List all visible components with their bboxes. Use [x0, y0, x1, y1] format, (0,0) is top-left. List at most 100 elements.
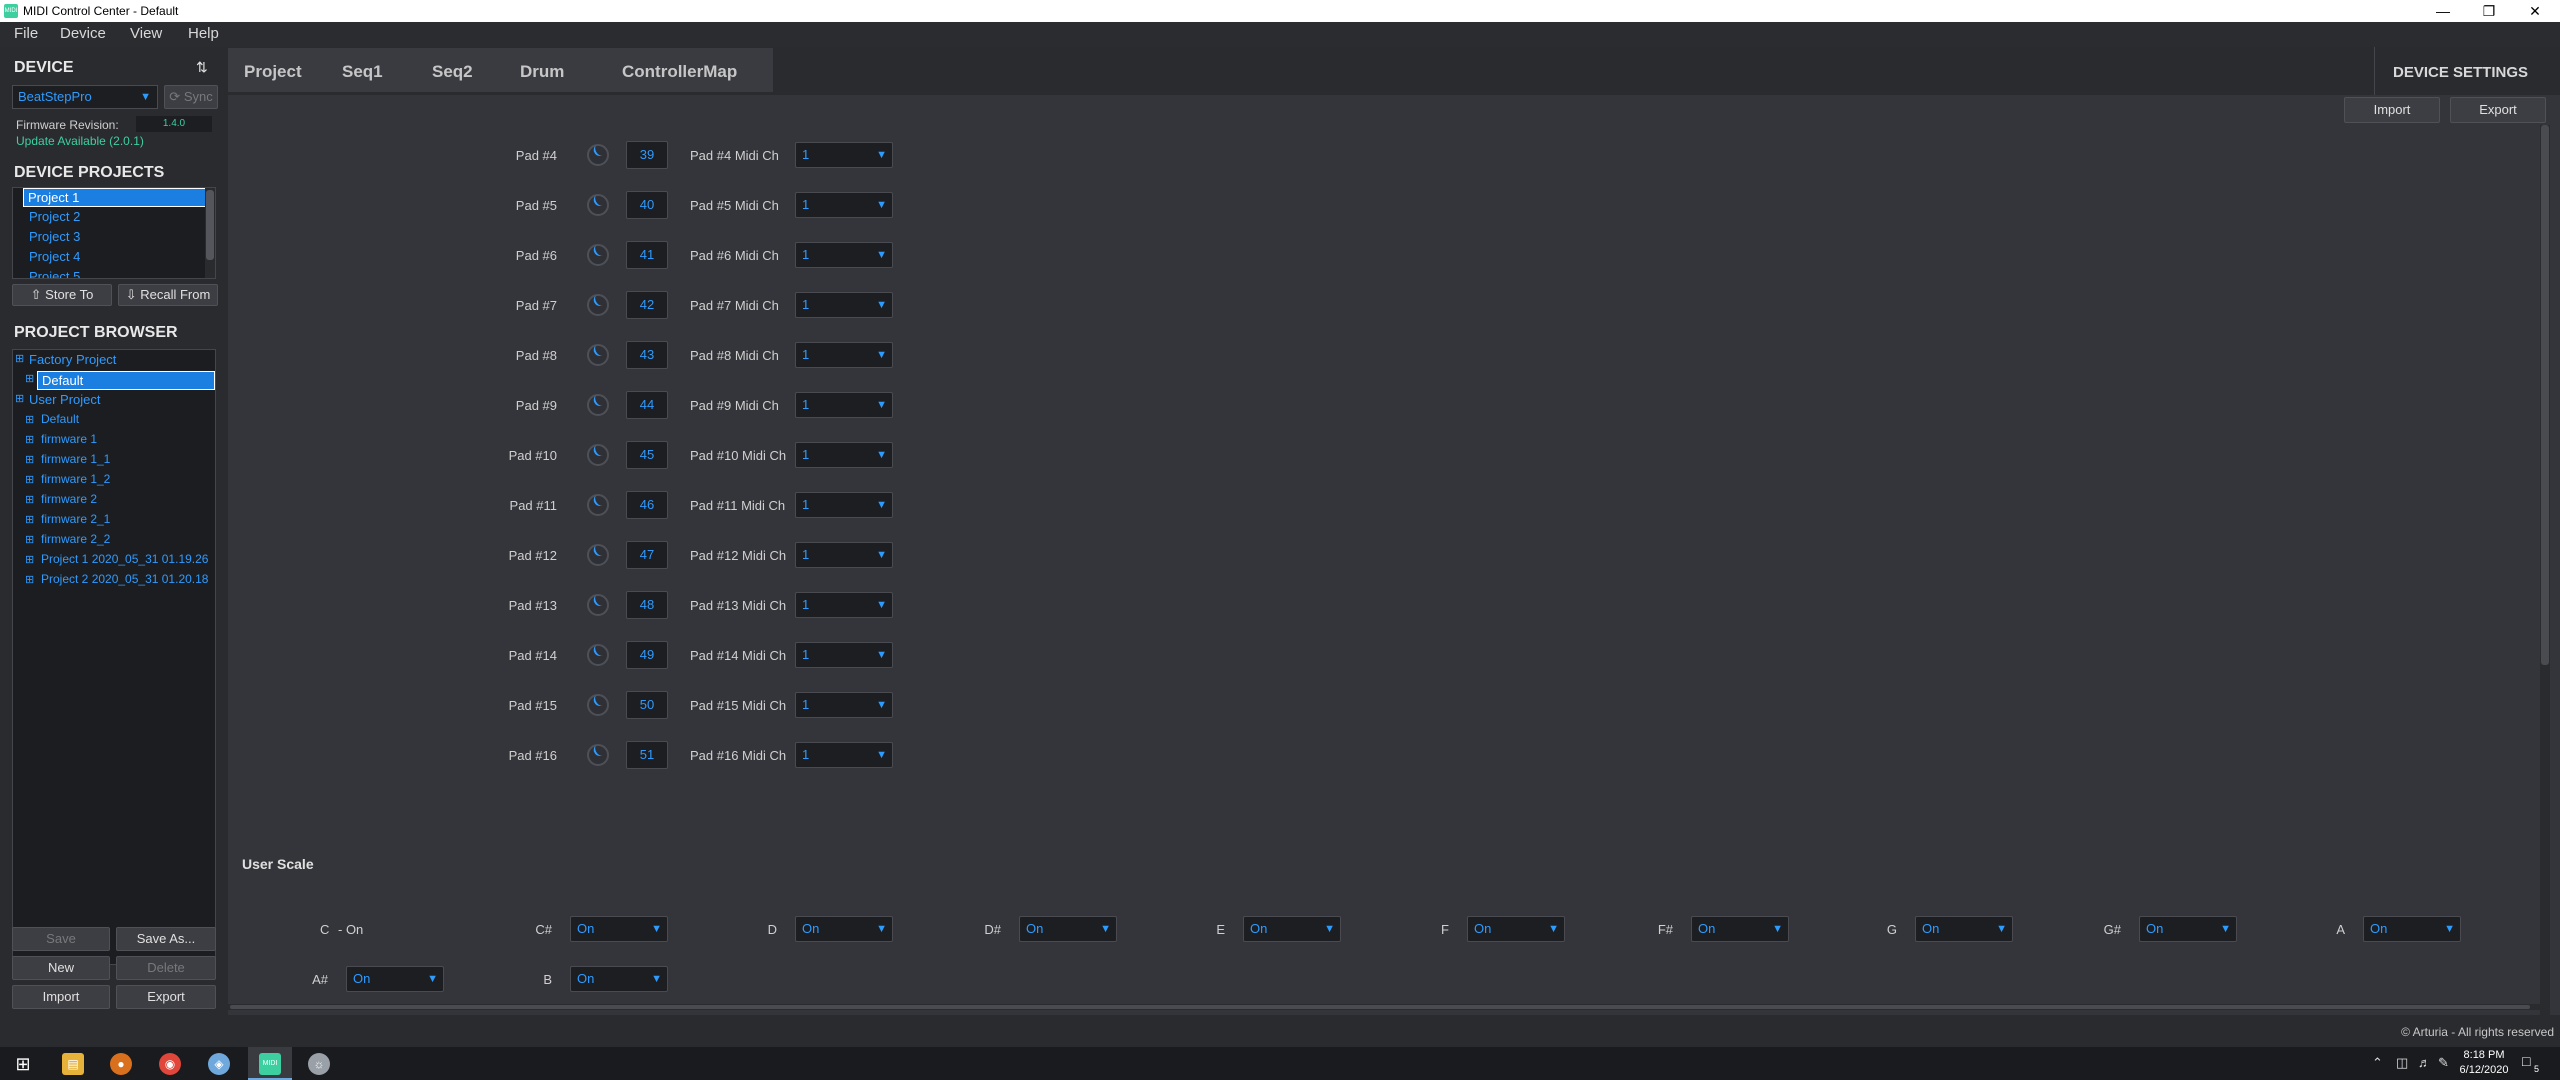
- close-button[interactable]: ✕: [2512, 0, 2558, 22]
- store-to-button[interactable]: ⇧ Store To: [12, 284, 112, 306]
- tree-item-user[interactable]: firmware 1_1: [41, 452, 110, 466]
- tree-item-user[interactable]: firmware 1_2: [41, 472, 110, 486]
- pad-midi-ch-select[interactable]: 1 ▼: [795, 392, 893, 418]
- clock-date[interactable]: 6/12/2020: [2448, 1064, 2520, 1076]
- tab-seq1[interactable]: Seq1: [334, 55, 391, 89]
- expand-icon[interactable]: ⊞: [25, 372, 34, 385]
- note-select[interactable]: On ▼: [1467, 916, 1565, 942]
- pad-note-value[interactable]: 46: [626, 491, 668, 519]
- sort-icon[interactable]: ⇅: [196, 59, 208, 76]
- pad-note-value[interactable]: 42: [626, 291, 668, 319]
- tree-item-user[interactable]: firmware 2: [41, 492, 97, 506]
- expand-icon[interactable]: ⊞: [25, 453, 34, 466]
- paint-icon[interactable]: ◈: [208, 1053, 230, 1075]
- chrome-icon[interactable]: ◉: [159, 1053, 181, 1075]
- tree-item-user[interactable]: Project 1 2020_05_31 01.19.26: [41, 552, 208, 566]
- pad-midi-ch-select[interactable]: 1 ▼: [795, 742, 893, 768]
- list-item[interactable]: Project 3: [29, 229, 80, 244]
- pad-midi-ch-select[interactable]: 1 ▼: [795, 142, 893, 168]
- pad-midi-ch-select[interactable]: 1 ▼: [795, 642, 893, 668]
- update-available-link[interactable]: Update Available (2.0.1): [16, 134, 144, 148]
- pad-note-knob[interactable]: [587, 494, 609, 516]
- tree-item-factory-default[interactable]: Default: [37, 371, 215, 390]
- expand-icon[interactable]: ⊞: [25, 433, 34, 446]
- fl-studio-icon[interactable]: ●: [110, 1053, 132, 1075]
- tree-item-user[interactable]: Project 2 2020_05_31 01.20.18: [41, 572, 208, 586]
- menu-view[interactable]: View: [130, 25, 162, 42]
- note-select[interactable]: On ▼: [1019, 916, 1117, 942]
- tree-item-user[interactable]: firmware 2_1: [41, 512, 110, 526]
- note-select[interactable]: On ▼: [1915, 916, 2013, 942]
- pad-midi-ch-select[interactable]: 1 ▼: [795, 542, 893, 568]
- pad-midi-ch-select[interactable]: 1 ▼: [795, 592, 893, 618]
- pad-note-knob[interactable]: [587, 594, 609, 616]
- note-select[interactable]: On ▼: [1243, 916, 1341, 942]
- network-icon[interactable]: ◫: [2396, 1055, 2408, 1071]
- pad-midi-ch-select[interactable]: 1 ▼: [795, 442, 893, 468]
- tray-chevron-icon[interactable]: ⌃: [2372, 1055, 2383, 1071]
- note-select[interactable]: On ▼: [570, 916, 668, 942]
- export-button[interactable]: Export: [2450, 97, 2546, 123]
- horizontal-scrollbar[interactable]: [228, 1004, 2540, 1010]
- pad-note-knob[interactable]: [587, 394, 609, 416]
- pad-note-knob[interactable]: [587, 744, 609, 766]
- audio-app-icon[interactable]: ☼: [308, 1053, 330, 1075]
- expand-icon[interactable]: ⊞: [25, 473, 34, 486]
- recall-from-button[interactable]: ⇩ Recall From: [118, 284, 218, 306]
- note-select[interactable]: On ▼: [2363, 916, 2461, 942]
- menu-device[interactable]: Device: [60, 25, 106, 42]
- device-select[interactable]: BeatStepPro ▼: [12, 85, 158, 109]
- tree-item-user[interactable]: firmware 2_2: [41, 532, 110, 546]
- pad-note-knob[interactable]: [587, 344, 609, 366]
- expand-icon[interactable]: ⊞: [15, 392, 24, 405]
- tree-item-user[interactable]: firmware 1: [41, 432, 97, 446]
- pad-note-value[interactable]: 41: [626, 241, 668, 269]
- pad-note-knob[interactable]: [587, 694, 609, 716]
- pad-note-knob[interactable]: [587, 544, 609, 566]
- pad-note-knob[interactable]: [587, 144, 609, 166]
- note-select[interactable]: On ▼: [346, 966, 444, 992]
- import-project-button[interactable]: Import: [12, 985, 110, 1009]
- vertical-scrollbar[interactable]: [2540, 125, 2550, 1015]
- expand-icon[interactable]: ⊞: [25, 573, 34, 586]
- save-as-button[interactable]: Save As...: [116, 927, 216, 951]
- tree-folder-factory[interactable]: Factory Project: [29, 352, 116, 367]
- sync-button[interactable]: ⟳ Sync: [164, 85, 218, 109]
- pad-note-value[interactable]: 45: [626, 441, 668, 469]
- list-item[interactable]: Project 5: [29, 269, 80, 278]
- pad-note-knob[interactable]: [587, 194, 609, 216]
- clock-time[interactable]: 8:18 PM: [2448, 1049, 2520, 1061]
- restore-button[interactable]: ❐: [2466, 0, 2512, 22]
- note-select[interactable]: On ▼: [1691, 916, 1789, 942]
- pad-midi-ch-select[interactable]: 1 ▼: [795, 342, 893, 368]
- note-select[interactable]: On ▼: [795, 916, 893, 942]
- import-button[interactable]: Import: [2344, 97, 2440, 123]
- pad-note-value[interactable]: 47: [626, 541, 668, 569]
- pad-midi-ch-select[interactable]: 1 ▼: [795, 242, 893, 268]
- minimize-button[interactable]: —: [2420, 0, 2466, 22]
- projects-scrollbar[interactable]: [205, 188, 215, 278]
- pad-midi-ch-select[interactable]: 1 ▼: [795, 492, 893, 518]
- device-settings-button[interactable]: DEVICE SETTINGS: [2393, 64, 2528, 81]
- pad-note-value[interactable]: 39: [626, 141, 668, 169]
- expand-icon[interactable]: ⊞: [25, 553, 34, 566]
- tab-seq2[interactable]: Seq2: [424, 55, 481, 89]
- tree-folder-user[interactable]: User Project: [29, 392, 101, 407]
- note-select[interactable]: On ▼: [570, 966, 668, 992]
- pad-note-knob[interactable]: [587, 244, 609, 266]
- pad-note-value[interactable]: 51: [626, 741, 668, 769]
- expand-icon[interactable]: ⊞: [25, 513, 34, 526]
- expand-icon[interactable]: ⊞: [15, 352, 24, 365]
- expand-icon[interactable]: ⊞: [25, 413, 34, 426]
- expand-icon[interactable]: ⊞: [25, 493, 34, 506]
- menu-help[interactable]: Help: [188, 25, 219, 42]
- midi-control-center-taskbar-button[interactable]: MIDI: [248, 1047, 292, 1080]
- volume-icon[interactable]: ♬: [2418, 1055, 2431, 1070]
- file-explorer-icon[interactable]: ▤: [62, 1053, 84, 1075]
- pad-note-value[interactable]: 50: [626, 691, 668, 719]
- windows-start-icon[interactable]: ⊞: [12, 1053, 34, 1075]
- pad-note-knob[interactable]: [587, 294, 609, 316]
- export-project-button[interactable]: Export: [116, 985, 216, 1009]
- list-item[interactable]: Project 4: [29, 249, 80, 264]
- pad-midi-ch-select[interactable]: 1 ▼: [795, 292, 893, 318]
